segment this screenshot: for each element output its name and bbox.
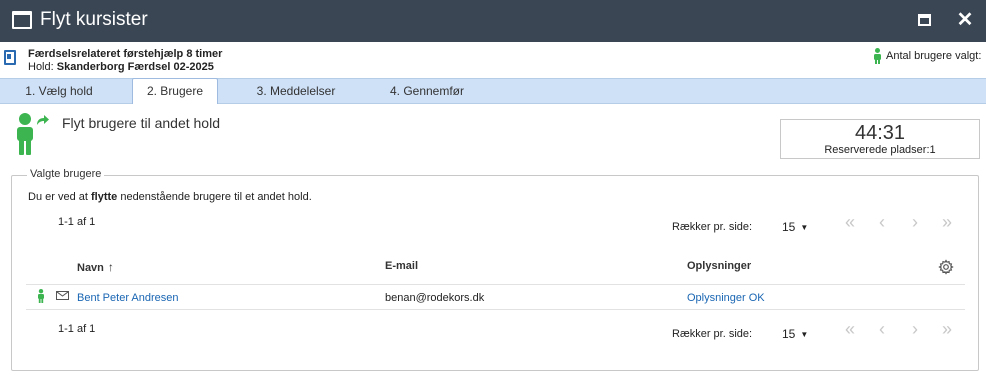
table-header-divider [26, 284, 965, 285]
user-info-link[interactable]: Oplysninger OK [687, 292, 765, 304]
maximize-icon[interactable] [918, 14, 931, 26]
window-icon [12, 11, 32, 29]
user-icon [874, 48, 881, 64]
hold-value: Skanderborg Færdsel 02-2025 [56, 61, 214, 73]
prev-page-button[interactable]: ‹ [872, 212, 892, 233]
column-header-info[interactable]: Oplysninger [687, 260, 751, 272]
fieldset-legend: Valgte brugere [27, 168, 105, 180]
reservation-timer: 44:31 Reserverede pladser:1 [780, 119, 980, 159]
section-description: Du er ved at flytte nedenstående brugere… [28, 191, 312, 203]
rows-per-page-select-top[interactable]: 15 ▼ [782, 220, 808, 234]
sort-ascending-icon: ↑ [107, 260, 114, 274]
desc-suffix: nedenstående brugere til et andet hold. [120, 191, 312, 203]
last-page-button[interactable]: » [937, 212, 957, 233]
caret-down-icon: ▼ [800, 330, 809, 339]
last-page-button[interactable]: » [937, 319, 957, 340]
next-page-button[interactable]: › [905, 319, 925, 340]
desc-bold: flytte [90, 191, 118, 203]
column-header-email[interactable]: E-mail [385, 260, 418, 272]
tab-complete[interactable]: 4. Gennemfør [380, 79, 474, 104]
tab-select-hold[interactable]: 1. Vælg hold [12, 79, 106, 104]
user-name-link[interactable]: Bent Peter Andresen [77, 292, 179, 304]
gear-icon[interactable] [938, 259, 954, 275]
next-page-button[interactable]: › [905, 212, 925, 233]
page-heading: Flyt brugere til andet hold [62, 115, 220, 131]
mail-icon[interactable] [56, 291, 69, 300]
prev-page-button[interactable]: ‹ [872, 319, 892, 340]
hold-label: Hold: [28, 61, 54, 73]
tab-messages[interactable]: 3. Meddelelser [246, 79, 346, 104]
pagination-range-top: 1-1 af 1 [58, 216, 96, 228]
rows-per-page-value: 15 [782, 220, 796, 234]
timer-label: Reserverede pladser:1 [824, 144, 936, 156]
forward-arrow-icon [37, 115, 49, 125]
close-icon[interactable]: ✕ [956, 8, 974, 32]
rows-per-page-label-top: Rækker pr. side: [672, 221, 753, 233]
column-header-name-label: Navn [77, 262, 104, 274]
table-row-divider [26, 309, 965, 310]
caret-down-icon: ▼ [800, 223, 809, 232]
hold-line: Hold: Skanderborg Færdsel 02-2025 [28, 61, 214, 73]
window-title: Flyt kursister [40, 9, 148, 30]
user-icon [38, 289, 44, 303]
first-page-button[interactable]: « [840, 212, 860, 233]
first-page-button[interactable]: « [840, 319, 860, 340]
timer-value: 44:31 [854, 122, 906, 144]
selected-users-fieldset [11, 175, 979, 371]
desc-prefix: Du er ved at [28, 191, 88, 203]
tab-users[interactable]: 2. Brugere [132, 78, 218, 104]
user-email: benan@rodekors.dk [385, 292, 485, 304]
user-icon [17, 113, 33, 155]
rows-per-page-select-bottom[interactable]: 15 ▼ [782, 327, 808, 341]
pagination-range-bottom: 1-1 af 1 [58, 323, 96, 335]
column-header-name[interactable]: Navn ↑ [77, 260, 114, 274]
book-icon [4, 50, 16, 65]
rows-per-page-label-bottom: Rækker pr. side: [672, 328, 753, 340]
rows-per-page-value: 15 [782, 327, 796, 341]
users-selected-label: Antal brugere valgt: [886, 50, 982, 62]
wizard-tabs: 1. Vælg hold 2. Brugere 3. Meddelelser 4… [0, 78, 986, 104]
course-name: Færdselsrelateret førstehjælp 8 timer [28, 48, 223, 60]
